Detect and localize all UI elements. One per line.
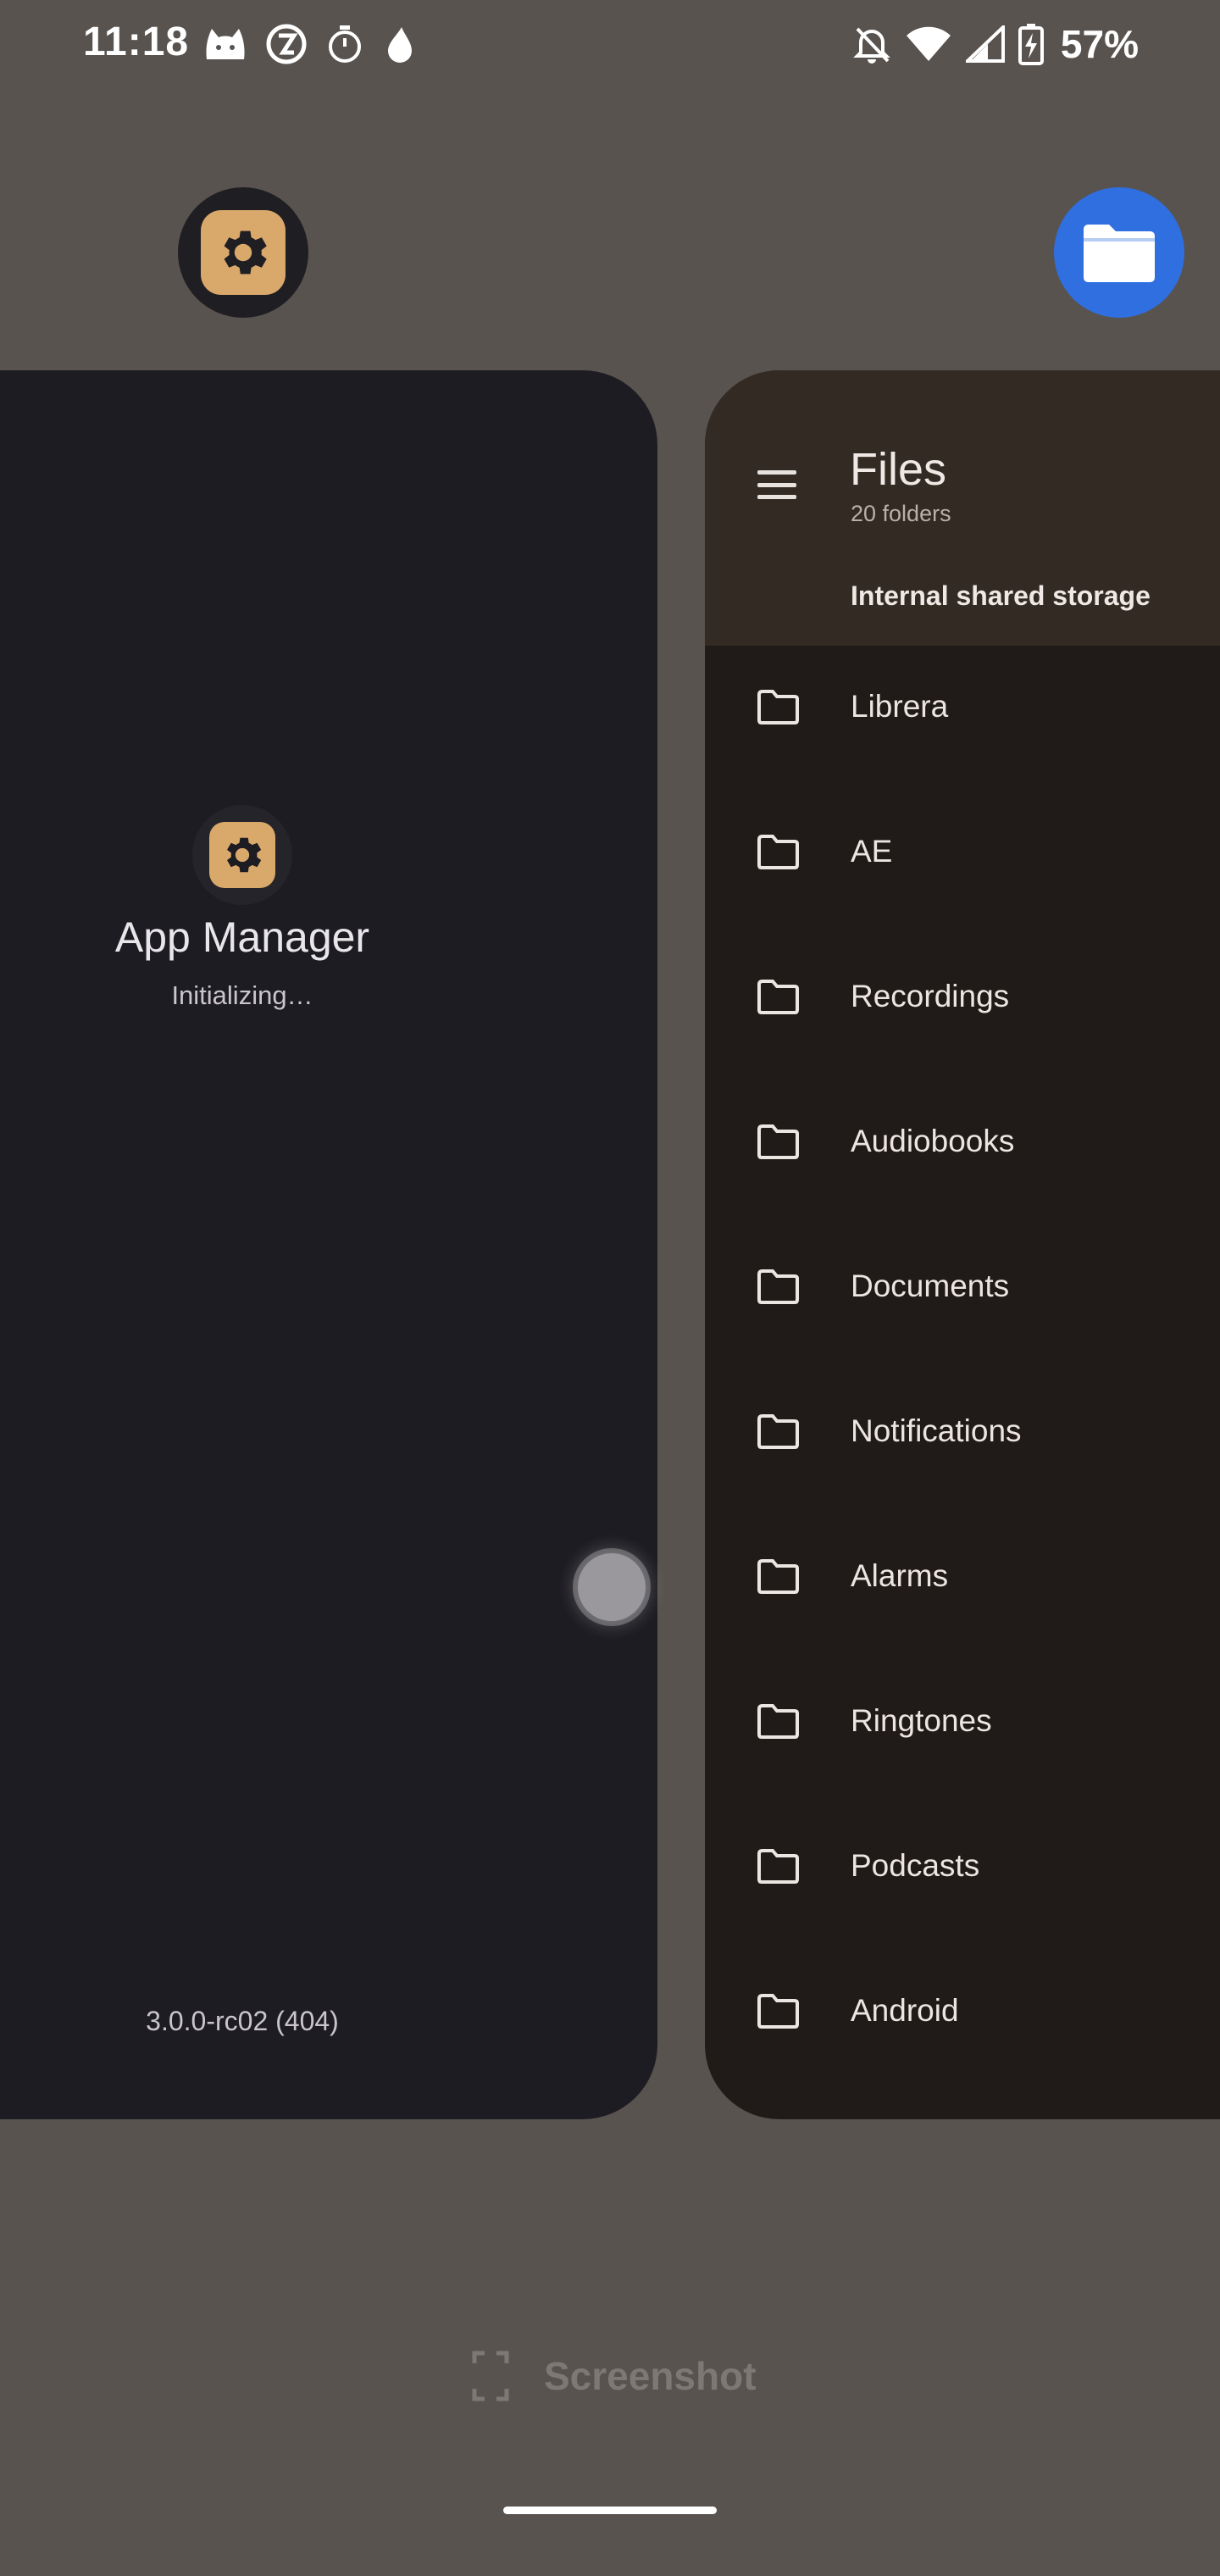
drop-icon xyxy=(388,27,412,63)
gear-icon xyxy=(227,837,262,873)
folder-outline-icon xyxy=(757,1269,799,1304)
folder-outline-icon xyxy=(757,1558,799,1594)
wifi-icon xyxy=(906,26,951,61)
folder-outline-icon xyxy=(757,979,799,1014)
folder-name: Documents xyxy=(851,1268,1010,1303)
app-manager-version: 3.0.0-rc02 (404) xyxy=(146,2006,339,2036)
folder-row-ae[interactable]: AE xyxy=(705,779,1220,924)
files-folder-count: 20 folders xyxy=(851,501,951,526)
menu-icon[interactable] xyxy=(757,470,796,499)
folder-outline-icon xyxy=(757,834,799,869)
status-notification-icons xyxy=(203,22,417,66)
app-notification-icon xyxy=(266,24,307,64)
folder-row-audiobooks[interactable]: Audiobooks xyxy=(705,1069,1220,1213)
folder-outline-icon xyxy=(757,1413,799,1449)
folder-outline-icon xyxy=(757,1993,799,2029)
folder-name: Recordings xyxy=(851,978,1010,1013)
folder-row-alarms[interactable]: Alarms xyxy=(705,1503,1220,1648)
files-title: Files xyxy=(850,444,947,495)
folder-name: Notifications xyxy=(851,1413,1022,1448)
status-system-icons: 57% xyxy=(852,22,1139,66)
app-manager-recent-card[interactable]: App Manager Initializing… 3.0.0-rc02 (40… xyxy=(0,370,657,2119)
drag-handle[interactable] xyxy=(578,1553,646,1621)
folder-name: Librera xyxy=(851,688,949,724)
folder-row-notifications[interactable]: Notifications xyxy=(705,1358,1220,1503)
folder-row-recordings[interactable]: Recordings xyxy=(705,924,1220,1069)
folder-outline-icon xyxy=(757,689,799,724)
app-manager-app-icon[interactable] xyxy=(178,187,308,318)
folder-outline-icon xyxy=(757,1848,799,1884)
app-manager-status: Initializing… xyxy=(171,980,313,1010)
screenshot-button[interactable]: Screenshot xyxy=(471,2342,757,2410)
cat-notification-icon xyxy=(206,29,245,59)
files-app-icon[interactable] xyxy=(1054,187,1184,318)
bell-off-icon xyxy=(853,27,890,64)
folder-row-podcasts[interactable]: Podcasts xyxy=(705,1793,1220,1938)
home-indicator[interactable] xyxy=(503,2507,717,2514)
screenshot-icon xyxy=(472,2351,509,2401)
files-recent-card[interactable]: Files 20 folders Internal shared storage… xyxy=(705,370,1220,2119)
folder-outline-icon xyxy=(757,1703,799,1739)
gear-icon xyxy=(224,230,267,275)
folder-name: Ringtones xyxy=(851,1702,992,1738)
battery-percentage: 57% xyxy=(1060,22,1139,66)
app-manager-title: App Manager xyxy=(114,913,370,961)
folder-row-ringtones[interactable]: Ringtones xyxy=(705,1648,1220,1793)
folder-name: Alarms xyxy=(851,1557,949,1593)
stopwatch-icon xyxy=(329,25,361,63)
app-manager-tile xyxy=(201,210,286,295)
files-storage-location[interactable]: Internal shared storage xyxy=(851,580,1151,612)
app-manager-splash-icon xyxy=(192,805,292,905)
folder-name: Android xyxy=(851,1992,959,2028)
status-bar: 11:18 57% xyxy=(0,0,1220,88)
folder-name: AE xyxy=(851,833,893,869)
app-manager-splash-tile xyxy=(209,822,275,888)
folder-name: Audiobooks xyxy=(851,1123,1015,1158)
screenshot-label: Screenshot xyxy=(544,2354,757,2398)
folder-row-android[interactable]: Android xyxy=(705,1938,1220,2083)
battery-charging-icon xyxy=(1018,24,1044,65)
folder-row-librera[interactable]: Librera xyxy=(705,634,1220,779)
folder-outline-icon xyxy=(757,1124,799,1159)
folder-row-documents[interactable]: Documents xyxy=(705,1213,1220,1358)
files-header: Files 20 folders Internal shared storage xyxy=(705,370,1220,646)
status-time: 11:18 xyxy=(83,19,190,64)
signal-icon xyxy=(965,25,1005,63)
folder-icon xyxy=(1084,225,1155,282)
folder-name: Podcasts xyxy=(851,1847,980,1883)
